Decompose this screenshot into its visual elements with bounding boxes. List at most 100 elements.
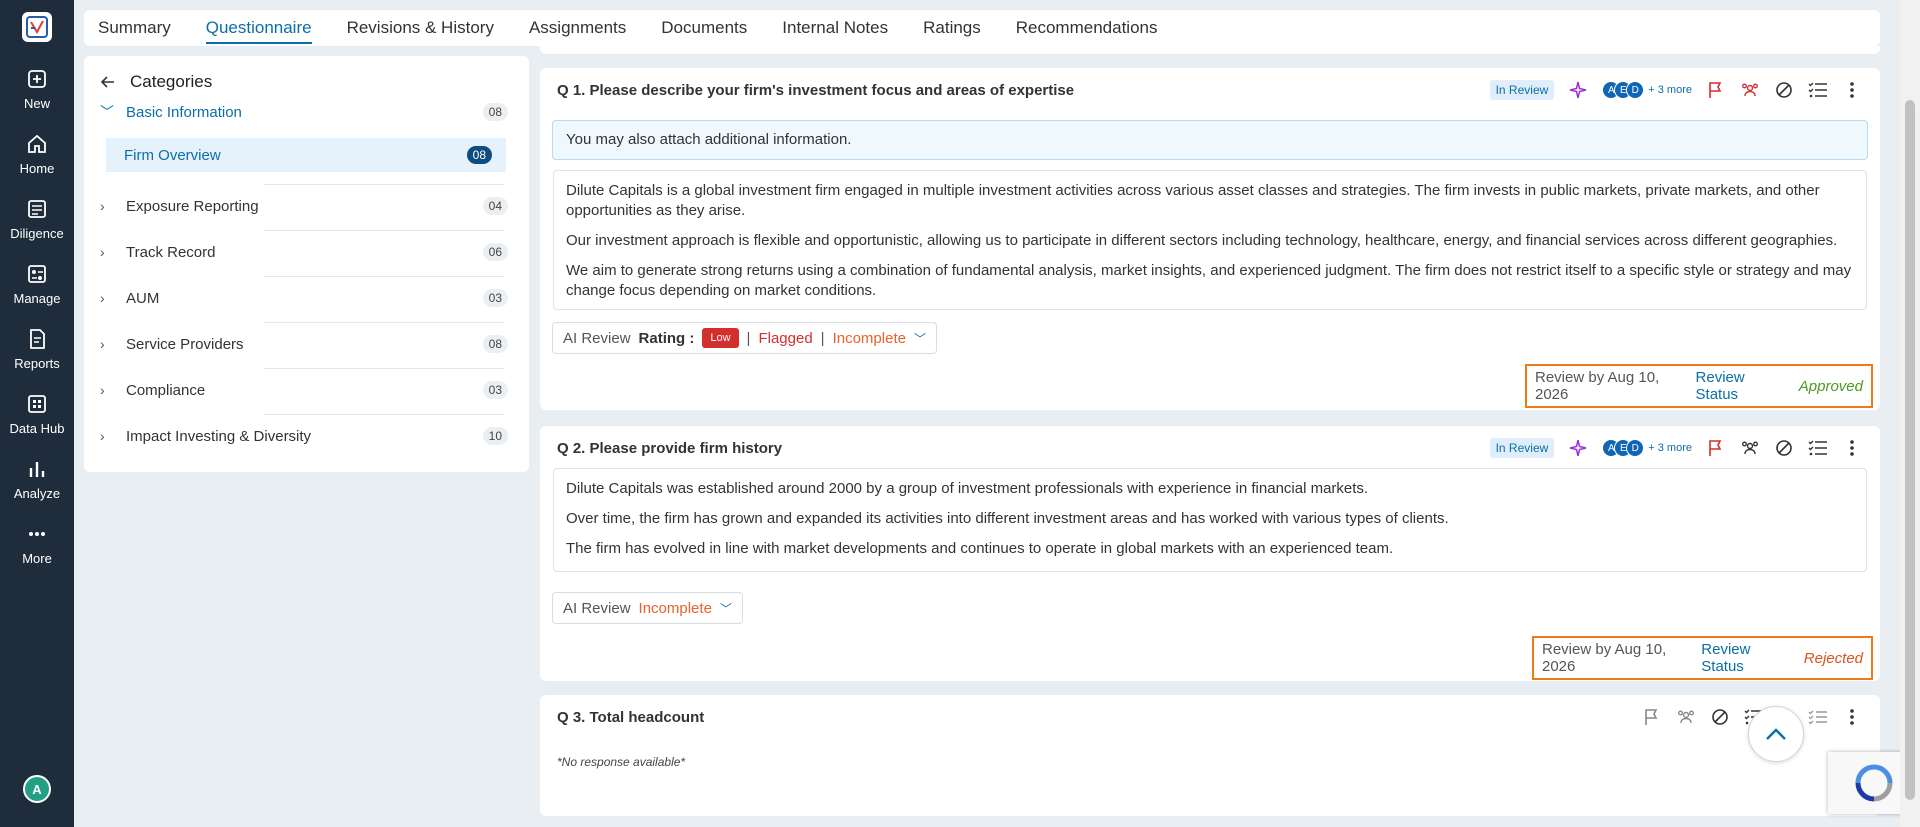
left-nav-rail: New Home Diligence Manage Reports Data H…	[0, 0, 74, 827]
categories-title: Categories	[130, 72, 213, 91]
category-count: 08	[482, 103, 508, 121]
rail-item-diligence[interactable]: Diligence	[0, 198, 74, 241]
chevron-right-icon: ›	[100, 198, 105, 214]
flag-icon[interactable]	[1706, 80, 1726, 100]
question-card-q1: Q 1. Please describe your firm's investm…	[540, 68, 1880, 410]
scrollbar-thumb[interactable]	[1905, 100, 1915, 800]
tab-bar: Summary Questionnaire Revisions & Histor…	[84, 10, 1880, 46]
tab-assignments[interactable]: Assignments	[529, 10, 626, 46]
assignee-avatars[interactable]: A E D + 3 more	[1602, 439, 1692, 457]
review-status-link[interactable]: Review Status	[1701, 641, 1784, 675]
category-track-record[interactable]: › Track Record 06	[100, 230, 514, 274]
tab-revisions-history[interactable]: Revisions & History	[347, 10, 494, 46]
tab-documents[interactable]: Documents	[661, 10, 747, 46]
answer-paragraph: The firm has evolved in line with market…	[566, 540, 1394, 557]
ai-sparkle-icon[interactable]	[1568, 80, 1588, 100]
category-aum[interactable]: › AUM 03	[100, 276, 514, 320]
category-basic-information[interactable]: ﹀ Basic Information 08	[100, 90, 514, 134]
kebab-menu-icon[interactable]	[1842, 80, 1862, 100]
flag-icon[interactable]	[1642, 707, 1662, 727]
status-badge: In Review	[1489, 438, 1555, 458]
team-icon[interactable]	[1740, 80, 1760, 100]
review-due-date: Review by Aug 10, 2026	[1535, 369, 1660, 403]
not-applicable-icon[interactable]	[1774, 80, 1794, 100]
previous-card-bottom	[540, 46, 1880, 54]
answer-paragraph: Dilute Capitals is a global investment f…	[566, 182, 1820, 219]
rail-item-data-hub[interactable]: Data Hub	[0, 393, 74, 436]
tab-questionnaire[interactable]: Questionnaire	[205, 10, 312, 46]
completeness-label: Incomplete	[638, 599, 712, 617]
data-hub-icon	[28, 395, 46, 413]
chevron-down-icon: ﹀	[100, 104, 114, 120]
ai-review-dropdown[interactable]: AI Review Rating : Low | Flagged | Incom…	[552, 322, 937, 354]
list-check-icon[interactable]	[1808, 707, 1828, 727]
kebab-menu-icon[interactable]	[1842, 438, 1862, 458]
checklist-icon[interactable]	[1808, 438, 1828, 458]
rail-item-manage[interactable]: Manage	[0, 263, 74, 306]
logo-icon	[26, 16, 48, 38]
not-applicable-icon[interactable]	[1774, 438, 1794, 458]
category-count: 06	[482, 243, 508, 261]
rail-item-more[interactable]: More	[0, 523, 74, 566]
rail-item-new[interactable]: New	[0, 68, 74, 111]
diligence-icon	[28, 200, 46, 218]
completeness-label: Incomplete	[832, 329, 906, 347]
assignee-avatars[interactable]: A E D + 3 more	[1602, 81, 1692, 99]
no-response-text: *No response available*	[557, 755, 686, 769]
reports-icon	[30, 329, 45, 349]
checklist-icon[interactable]	[1808, 80, 1828, 100]
app-logo[interactable]	[22, 12, 52, 42]
chevron-right-icon: ›	[100, 428, 105, 444]
home-icon	[28, 134, 46, 153]
chevron-down-icon: ﹀	[719, 601, 732, 616]
not-applicable-icon[interactable]	[1710, 707, 1730, 727]
category-service-providers[interactable]: › Service Providers 08	[100, 322, 514, 366]
answer-paragraph: Our investment approach is flexible and …	[566, 232, 1838, 249]
review-status-value: Approved	[1798, 377, 1863, 395]
ai-sparkle-icon[interactable]	[1568, 438, 1588, 458]
review-status-link[interactable]: Review Status	[1696, 369, 1779, 403]
rail-item-reports[interactable]: Reports	[0, 328, 74, 371]
user-avatar[interactable]: A	[23, 775, 51, 803]
team-icon[interactable]	[1740, 438, 1760, 458]
more-assignees: + 3 more	[1648, 442, 1692, 454]
question-toolbar: In Review A E D + 3 more	[1489, 78, 1862, 102]
question-title: Q 3. Total headcount	[557, 709, 705, 726]
avatar: D	[1626, 81, 1645, 99]
question-title: Q 2. Please provide firm history	[557, 440, 783, 457]
recaptcha-icon	[1855, 764, 1893, 802]
scroll-to-top-button[interactable]	[1748, 706, 1804, 762]
answer-paragraph: We aim to generate strong returns using …	[566, 262, 1852, 299]
category-count: 03	[482, 381, 508, 399]
avatar: D	[1626, 439, 1645, 457]
flag-icon[interactable]	[1706, 438, 1726, 458]
answer-box: Dilute Capitals was established around 2…	[553, 468, 1867, 572]
more-assignees: + 3 more	[1648, 84, 1692, 96]
tab-recommendations[interactable]: Recommendations	[1016, 10, 1158, 46]
review-info-row: Review by Aug 10, 2026 Review Status App…	[1525, 364, 1873, 408]
category-exposure-reporting[interactable]: › Exposure Reporting 04	[100, 184, 514, 228]
tab-internal-notes[interactable]: Internal Notes	[782, 10, 888, 46]
rail-item-analyze[interactable]: Analyze	[0, 458, 74, 501]
back-arrow-icon[interactable]	[100, 74, 116, 90]
page-scrollbar[interactable]	[1900, 0, 1920, 827]
answer-paragraph: Dilute Capitals was established around 2…	[566, 480, 1369, 497]
category-compliance[interactable]: › Compliance 03	[100, 368, 514, 412]
rail-item-home[interactable]: Home	[0, 133, 74, 176]
flagged-label: Flagged	[758, 329, 813, 347]
subcategory-firm-overview[interactable]: Firm Overview 08	[106, 138, 506, 172]
subcategory-count: 08	[466, 146, 492, 164]
question-toolbar: In Review A E D + 3 more	[1489, 436, 1862, 460]
kebab-menu-icon[interactable]	[1842, 707, 1862, 727]
question-card-q3: Q 3. Total headcount *No response availa…	[540, 695, 1880, 816]
chevron-right-icon: ›	[100, 382, 105, 398]
chevron-down-icon: ﹀	[913, 331, 926, 346]
ai-review-dropdown[interactable]: AI Review Incomplete ﹀	[552, 592, 743, 624]
categories-panel: Categories ﹀ Basic Information 08 Firm O…	[84, 56, 529, 472]
manage-icon	[28, 265, 46, 283]
tab-ratings[interactable]: Ratings	[923, 10, 981, 46]
category-impact-investing-diversity[interactable]: › Impact Investing & Diversity 10	[100, 414, 514, 458]
team-icon[interactable]	[1676, 707, 1696, 727]
tab-summary[interactable]: Summary	[98, 10, 171, 46]
bar-chart-icon	[29, 462, 45, 477]
